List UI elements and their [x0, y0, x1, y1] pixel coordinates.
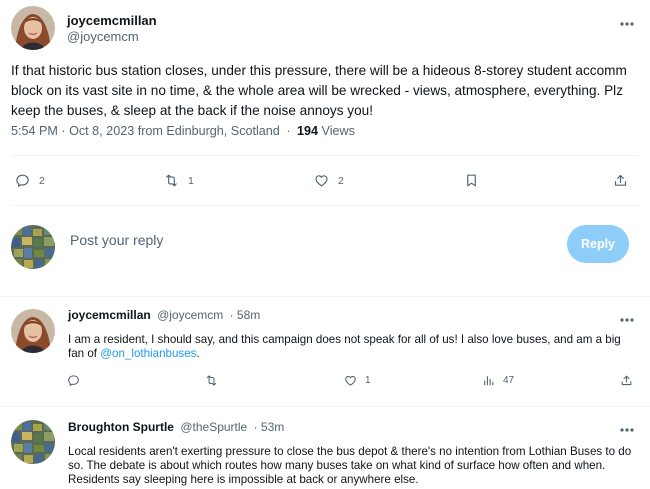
views-action[interactable]: 47	[482, 374, 514, 387]
mention-link[interactable]: @on_lothianbuses	[100, 347, 196, 360]
analytics-icon	[484, 376, 494, 386]
avatar-mosaic	[11, 420, 55, 464]
author-display-name[interactable]: joycemcmillan	[67, 13, 157, 28]
divider	[0, 296, 650, 297]
more-options-icon[interactable]	[617, 17, 637, 31]
more-options-icon[interactable]	[617, 423, 637, 437]
retweet-action[interactable]: 1	[164, 173, 194, 188]
reply-action[interactable]: 2	[15, 173, 45, 188]
retweet-action[interactable]	[205, 374, 218, 387]
reply-input[interactable]: Post your reply	[70, 232, 163, 248]
author-avatar[interactable]	[11, 6, 55, 50]
tweet-meta: 5:54 PM · Oct 8, 2023 from Edinburgh, Sc…	[11, 124, 355, 138]
meta-separator: ·	[286, 124, 291, 138]
views-label: Views	[321, 124, 355, 138]
more-options-icon[interactable]	[617, 313, 637, 327]
like-action[interactable]: 1	[344, 374, 371, 387]
reply-author-avatar[interactable]	[11, 309, 55, 353]
bookmark-icon	[467, 174, 476, 187]
reply-display-name[interactable]: Broughton Spurtle	[68, 420, 174, 434]
reply-author-avatar[interactable]	[11, 420, 55, 464]
current-user-avatar[interactable]	[11, 225, 55, 269]
reply-action[interactable]	[67, 374, 80, 387]
share-icon	[621, 375, 632, 386]
heart-icon	[345, 375, 356, 386]
share-action[interactable]	[620, 374, 633, 387]
reply-button[interactable]: Reply	[567, 225, 629, 263]
share-icon	[614, 174, 627, 186]
tweet-timestamp[interactable]: 5:54 PM · Oct 8, 2023 from Edinburgh, Sc…	[11, 124, 280, 138]
author-handle[interactable]: @joycemcm	[67, 29, 139, 44]
views-count: 194	[297, 124, 319, 138]
retweet-count: 1	[188, 174, 194, 187]
avatar-photo	[11, 6, 55, 50]
divider	[11, 155, 639, 156]
retweet-icon	[166, 174, 177, 187]
reply-icon	[68, 375, 79, 386]
avatar-mosaic	[11, 225, 55, 269]
views-count: 47	[503, 375, 515, 386]
divider	[0, 406, 650, 407]
bookmark-action[interactable]	[464, 173, 479, 188]
tweet-text: If that historic bus station closes, und…	[11, 63, 627, 118]
reply-time[interactable]: · 53m	[254, 420, 285, 434]
divider	[11, 205, 639, 206]
avatar-photo	[11, 309, 55, 353]
reply-text-end: .	[196, 347, 200, 360]
reply-count: 2	[39, 174, 45, 187]
reply-handle[interactable]: @joycemcm	[157, 308, 223, 322]
heart-icon	[315, 175, 328, 187]
reply-header: Broughton Spurtle @theSpurtle · 53m	[68, 420, 284, 434]
reply-time[interactable]: · 58m	[230, 308, 261, 322]
like-count: 2	[338, 174, 344, 187]
like-action[interactable]: 2	[314, 173, 344, 188]
reply-text: I am a resident, I should say, and this …	[68, 333, 640, 361]
retweet-icon	[206, 375, 217, 386]
reply-icon	[16, 174, 29, 187]
reply-text: Local residents aren't exerting pressure…	[68, 445, 632, 486]
reply-header: joycemcmillan @joycemcm · 58m	[68, 308, 260, 322]
reply-display-name[interactable]: joycemcmillan	[68, 308, 151, 322]
reply-handle[interactable]: @theSpurtle	[180, 420, 247, 434]
share-action[interactable]	[613, 173, 628, 188]
like-count: 1	[365, 375, 371, 386]
